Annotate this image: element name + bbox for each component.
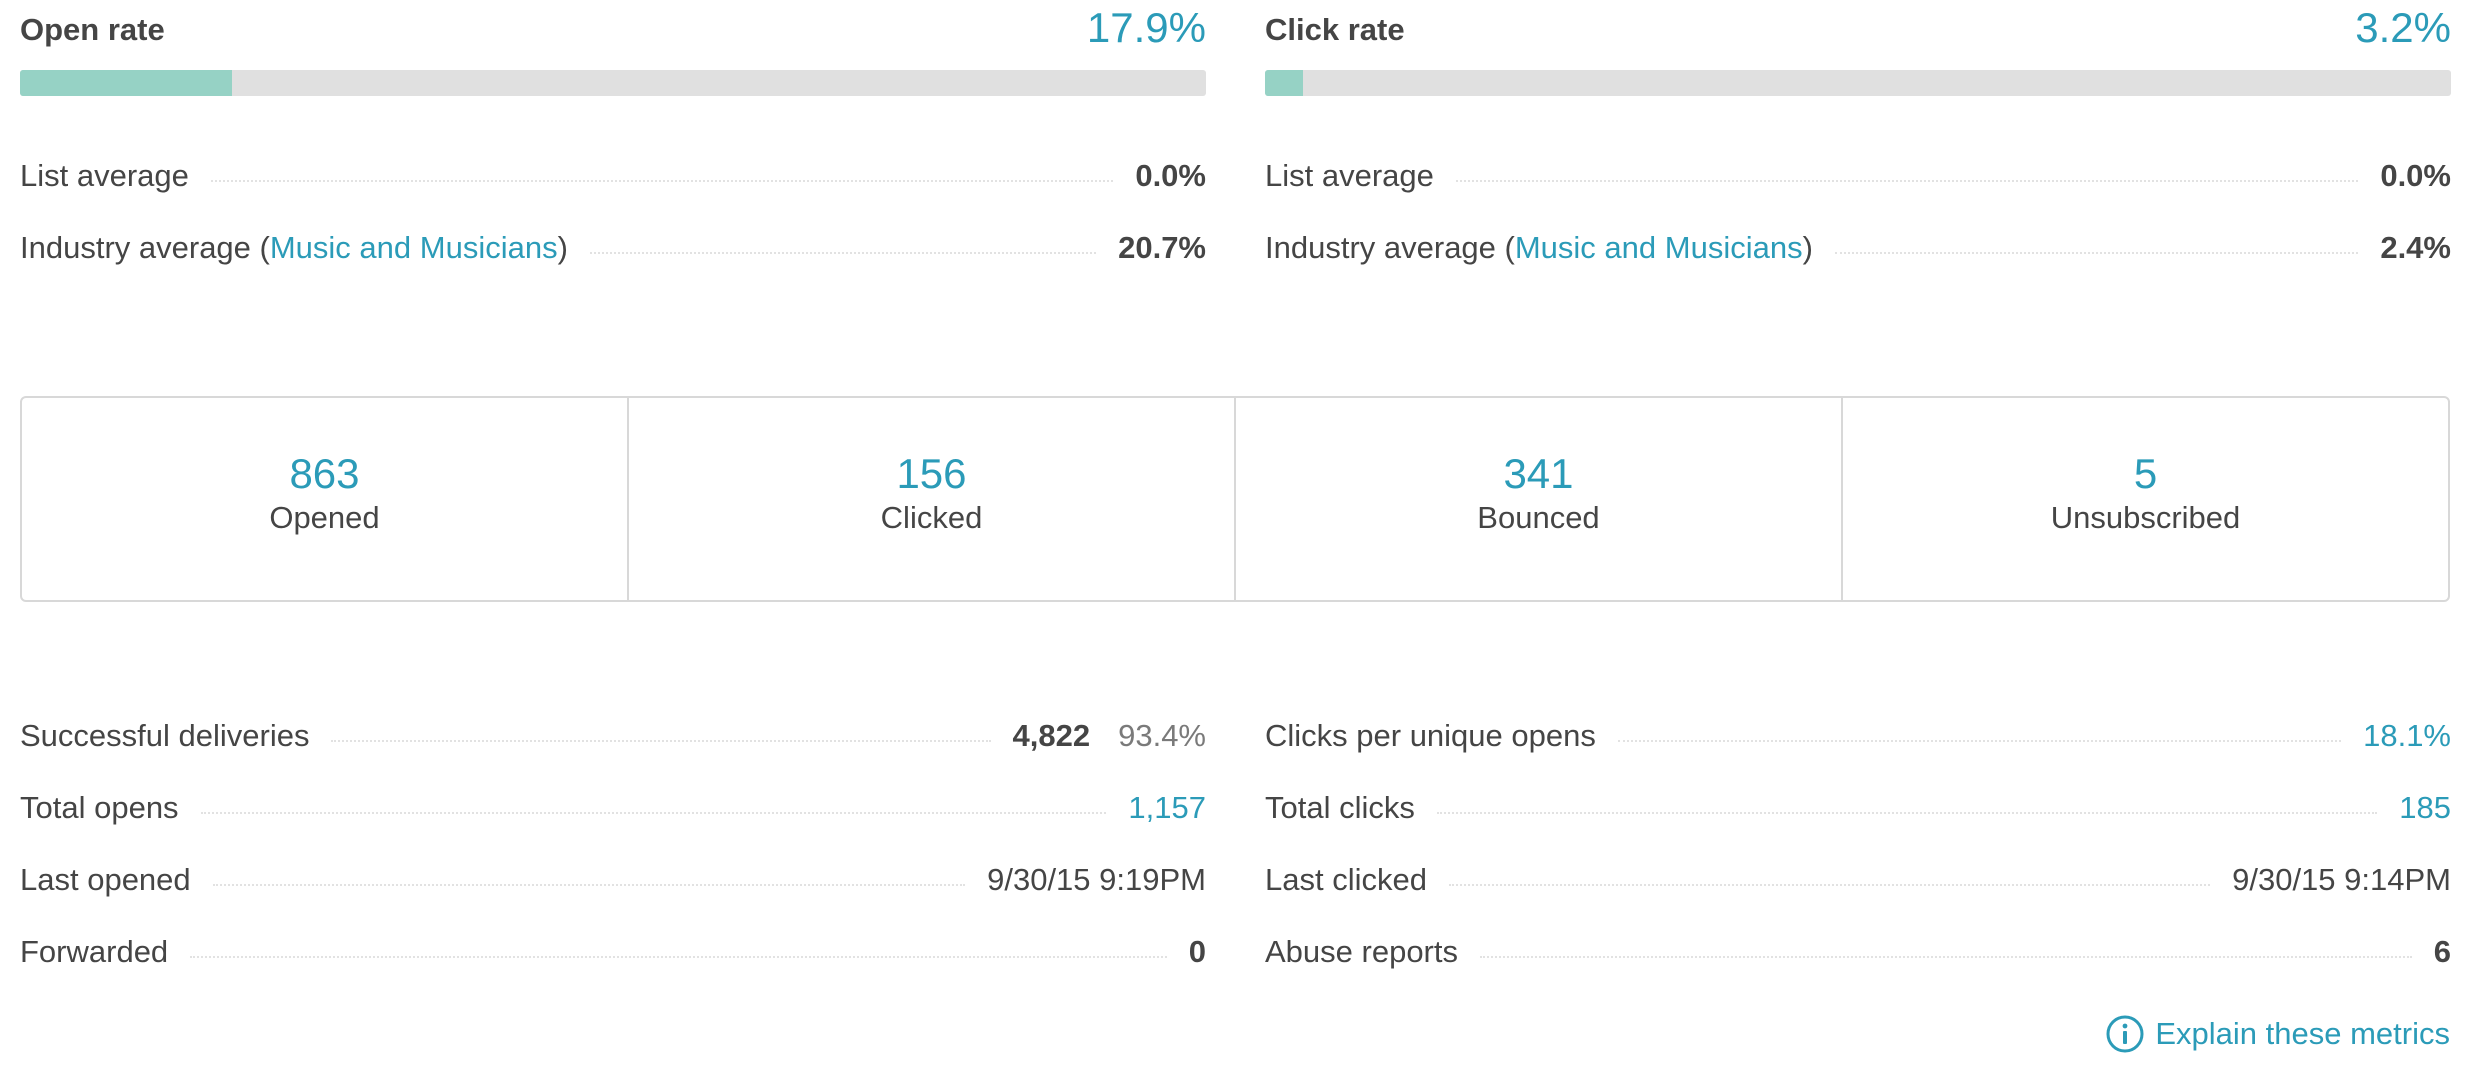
last-opened-value: 9/30/15 9:19PM bbox=[987, 862, 1206, 897]
summary-stats-panel: 863 Opened 156 Clicked 341 Bounced 5 Uns… bbox=[20, 396, 2450, 602]
click-list-average-value: 0.0% bbox=[2380, 158, 2451, 193]
click-industry-average-label: Industry average (Music and Musicians) bbox=[1265, 230, 1813, 266]
explain-metrics-label: Explain these metrics bbox=[2155, 1016, 2450, 1051]
forwarded-value: 0 bbox=[1188, 934, 1206, 969]
click-rate-value: 3.2% bbox=[2355, 4, 2451, 51]
open-list-average-label: List average bbox=[20, 158, 189, 193]
click-rate-progress-fill bbox=[1265, 70, 1303, 96]
click-rate-section: Click rate 3.2% List average 0.0% Indust… bbox=[1265, 0, 2451, 300]
click-rate-title: Click rate bbox=[1265, 12, 1405, 47]
dotted-leader bbox=[1834, 252, 2359, 254]
stat-value: 5 bbox=[2133, 450, 2158, 497]
last-opened-label: Last opened bbox=[20, 862, 191, 897]
successful-deliveries-value: 4,822 93.4% bbox=[1013, 718, 1206, 754]
dotted-leader bbox=[589, 252, 1097, 254]
successful-deliveries-label: Successful deliveries bbox=[20, 718, 310, 753]
industry-label-suffix: ) bbox=[1802, 230, 1813, 265]
dotted-leader bbox=[1448, 884, 2211, 886]
stat-clicked[interactable]: 156 Clicked bbox=[629, 398, 1236, 600]
dotted-leader bbox=[1436, 812, 2378, 814]
open-rate-progress-bar bbox=[20, 70, 1206, 96]
stat-label: Clicked bbox=[880, 500, 983, 535]
dotted-leader bbox=[190, 956, 1167, 958]
stat-label: Bounced bbox=[1477, 500, 1600, 535]
last-clicked-value: 9/30/15 9:14PM bbox=[2232, 862, 2451, 897]
total-clicks-label: Total clicks bbox=[1265, 790, 1415, 825]
click-industry-average-value: 2.4% bbox=[2380, 230, 2451, 265]
click-list-average-row: List average 0.0% bbox=[1265, 158, 2451, 208]
total-opens-row: Total opens 1,157 bbox=[20, 790, 1206, 840]
open-rate-title: Open rate bbox=[20, 12, 165, 47]
total-clicks-row: Total clicks 185 bbox=[1265, 790, 2451, 840]
info-circle-icon bbox=[2106, 1015, 2144, 1053]
successful-deliveries-row: Successful deliveries 4,822 93.4% bbox=[20, 718, 1206, 768]
click-rate-header: Click rate 3.2% bbox=[1265, 0, 2451, 62]
total-opens-label: Total opens bbox=[20, 790, 179, 825]
dotted-leader bbox=[212, 884, 966, 886]
explain-metrics-link[interactable]: Explain these metrics bbox=[2105, 1014, 2450, 1054]
forwarded-row: Forwarded 0 bbox=[20, 934, 1206, 984]
last-clicked-label: Last clicked bbox=[1265, 862, 1427, 897]
details-left: Successful deliveries 4,822 93.4% Total o… bbox=[20, 718, 1206, 978]
industry-label-prefix: Industry average ( bbox=[1265, 230, 1515, 265]
open-industry-average-value: 20.7% bbox=[1118, 230, 1206, 265]
stat-opened[interactable]: 863 Opened bbox=[22, 398, 629, 600]
click-list-average-label: List average bbox=[1265, 158, 1434, 193]
industry-label-prefix: Industry average ( bbox=[20, 230, 270, 265]
details-right: Clicks per unique opens 18.1% Total clic… bbox=[1265, 718, 2451, 978]
stat-bounced[interactable]: 341 Bounced bbox=[1236, 398, 1843, 600]
dotted-leader bbox=[1455, 180, 2359, 182]
stat-label: Unsubscribed bbox=[2050, 500, 2241, 535]
open-rate-header: Open rate 17.9% bbox=[20, 0, 1206, 62]
abuse-reports-label: Abuse reports bbox=[1265, 934, 1458, 969]
dotted-leader bbox=[210, 180, 1114, 182]
open-rate-progress-fill bbox=[20, 70, 233, 96]
dotted-leader bbox=[1617, 740, 2342, 742]
total-opens-value[interactable]: 1,157 bbox=[1128, 790, 1206, 826]
open-list-average-row: List average 0.0% bbox=[20, 158, 1206, 208]
industry-label-suffix: ) bbox=[557, 230, 568, 265]
industry-link[interactable]: Music and Musicians bbox=[1515, 230, 1803, 265]
open-rate-value: 17.9% bbox=[1086, 4, 1206, 51]
stat-value: 863 bbox=[289, 450, 360, 497]
stat-label: Opened bbox=[269, 500, 380, 535]
clicks-per-unique-opens-value: 18.1% bbox=[2363, 718, 2451, 753]
open-list-average-value: 0.0% bbox=[1135, 158, 1206, 193]
deliveries-percent: 93.4% bbox=[1118, 718, 1206, 753]
clicks-per-unique-opens-row: Clicks per unique opens 18.1% bbox=[1265, 718, 2451, 768]
dotted-leader bbox=[331, 740, 991, 742]
clicks-per-unique-opens-label: Clicks per unique opens bbox=[1265, 718, 1596, 753]
open-industry-average-label: Industry average (Music and Musicians) bbox=[20, 230, 568, 266]
total-clicks-value[interactable]: 185 bbox=[2399, 790, 2451, 826]
forwarded-label: Forwarded bbox=[20, 934, 169, 969]
abuse-reports-value: 6 bbox=[2433, 934, 2451, 969]
stat-value: 156 bbox=[896, 450, 967, 497]
last-opened-row: Last opened 9/30/15 9:19PM bbox=[20, 862, 1206, 912]
open-rate-section: Open rate 17.9% List average 0.0% Indust… bbox=[20, 0, 1206, 300]
stat-unsubscribed[interactable]: 5 Unsubscribed bbox=[1843, 398, 2448, 600]
abuse-reports-row: Abuse reports 6 bbox=[1265, 934, 2451, 984]
dotted-leader bbox=[200, 812, 1107, 814]
dotted-leader bbox=[1480, 956, 2412, 958]
click-industry-average-row: Industry average (Music and Musicians) 2… bbox=[1265, 230, 2451, 280]
industry-link[interactable]: Music and Musicians bbox=[270, 230, 558, 265]
click-rate-progress-bar bbox=[1265, 70, 2451, 96]
deliveries-count: 4,822 bbox=[1012, 718, 1091, 753]
open-industry-average-row: Industry average (Music and Musicians) 2… bbox=[20, 230, 1206, 280]
stat-value: 341 bbox=[1503, 450, 1574, 497]
last-clicked-row: Last clicked 9/30/15 9:14PM bbox=[1265, 862, 2451, 912]
